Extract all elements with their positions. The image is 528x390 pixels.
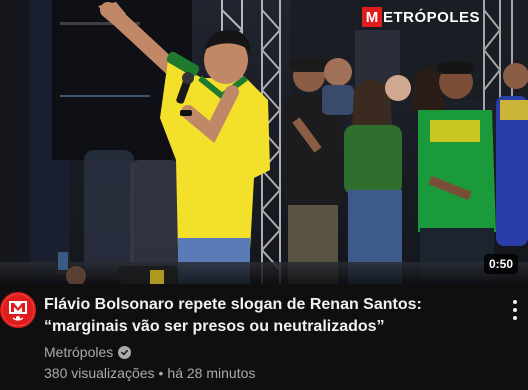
channel-name[interactable]: Metrópoles bbox=[44, 344, 113, 360]
channel-avatar-icon[interactable] bbox=[0, 292, 36, 328]
video-title[interactable]: Flávio Bolsonaro repete slogan de Renan … bbox=[44, 294, 496, 338]
verified-icon bbox=[118, 345, 132, 359]
video-metadata: 380 visualizações • há 28 minutos bbox=[44, 365, 255, 381]
video-info: Flávio Bolsonaro repete slogan de Renan … bbox=[0, 284, 528, 390]
video-thumbnail[interactable]: M ETRÓPOLES 0:50 bbox=[0, 0, 528, 284]
thumbnail-scene bbox=[0, 0, 528, 284]
logo-initial: M bbox=[361, 7, 382, 27]
more-options-icon[interactable] bbox=[512, 300, 518, 320]
more-dot bbox=[513, 308, 517, 312]
logo-wordmark: ETRÓPOLES bbox=[382, 8, 480, 26]
metropoles-logo: M ETRÓPOLES bbox=[361, 6, 480, 28]
channel-avatar-graphic bbox=[2, 294, 34, 326]
view-count: 380 visualizações bbox=[44, 365, 155, 381]
meta-separator: • bbox=[158, 365, 164, 381]
upload-age: há 28 minutos bbox=[167, 365, 256, 381]
more-dot bbox=[513, 316, 517, 320]
video-duration-badge: 0:50 bbox=[483, 254, 518, 274]
channel-name-row[interactable]: Metrópoles bbox=[44, 344, 132, 360]
more-dot bbox=[513, 300, 517, 304]
